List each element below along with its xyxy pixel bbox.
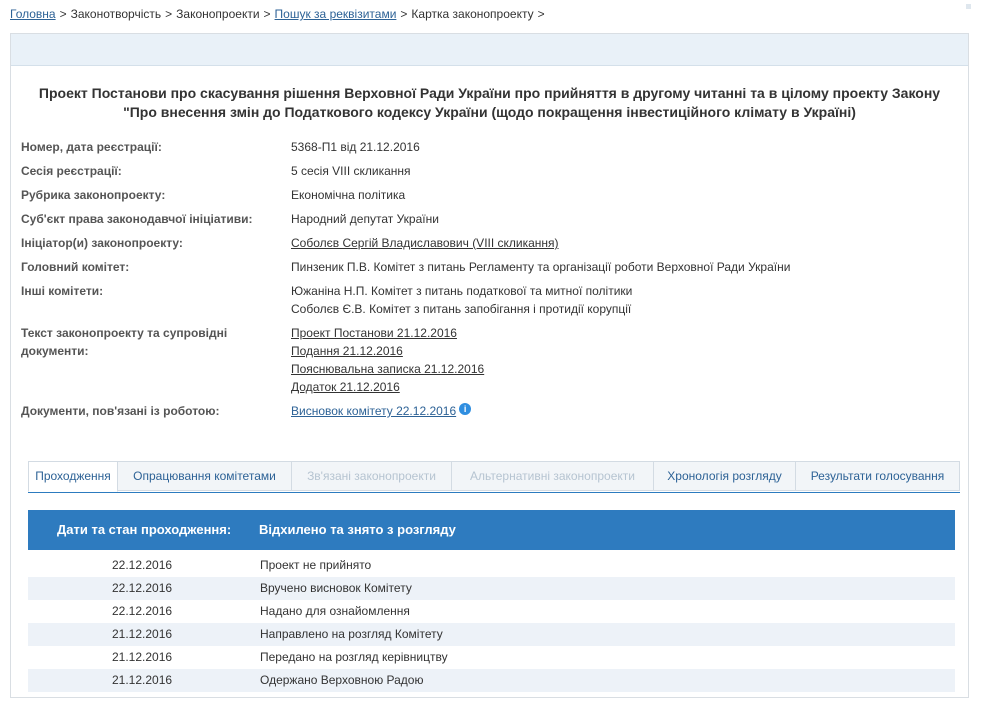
info-icon[interactable]: i xyxy=(459,403,472,415)
table-row: 21.12.2016 Передано на розгляд керівницт… xyxy=(28,646,955,669)
tab-alternative-bills: Альтернативні законопроекти xyxy=(451,461,654,491)
tab-related-bills: Зв'язані законопроекти xyxy=(291,461,452,491)
table-row: 21.12.2016 Одержано Верховною Радою xyxy=(28,669,955,692)
breadcrumb-bills: Законопроекти xyxy=(176,7,260,21)
breadcrumb-separator: > xyxy=(59,7,67,21)
main-committee-value: Пинзеник П.В. Комітет з питань Регламент… xyxy=(291,260,791,274)
rubric-value: Економічна політика xyxy=(291,188,406,202)
other-committee-item: Южаніна Н.П. Комітет з питань податкової… xyxy=(291,284,633,298)
tabs-bar: Проходження Опрацювання комітетами Зв'яз… xyxy=(28,461,960,493)
breadcrumb-separator: > xyxy=(400,7,408,21)
row-status: Надано для ознайомлення xyxy=(260,604,410,618)
row-status: Проект не прийнято xyxy=(260,558,372,572)
other-committees-label: Інші комітети: xyxy=(21,284,104,298)
document-link-appendix[interactable]: Додаток 21.12.2016 xyxy=(291,378,400,396)
bill-title: Проект Постанови про скасування рішення … xyxy=(11,84,968,122)
committee-conclusion-link[interactable]: Висновок комітету 22.12.2016 xyxy=(291,404,456,418)
row-date: 22.12.2016 xyxy=(112,558,173,572)
session-value: 5 сесія VIII скликання xyxy=(291,164,411,178)
breadcrumb-separator: > xyxy=(165,7,173,21)
tab-committee-processing[interactable]: Опрацювання комітетами xyxy=(117,461,292,491)
table-row: 22.12.2016 Надано для ознайомлення xyxy=(28,600,955,623)
table-row: 21.12.2016 Направлено на розгляд Комітет… xyxy=(28,623,955,646)
tab-passage[interactable]: Проходження xyxy=(28,461,118,492)
breadcrumb-home-link[interactable]: Головна xyxy=(10,7,56,21)
breadcrumb-separator: > xyxy=(263,7,271,21)
related-documents-label: Документи, пов'язані із роботою: xyxy=(21,404,220,418)
documents-label: Текст законопроекту та супровідні докуме… xyxy=(21,324,227,360)
documents-label-line1: Текст законопроекту та супровідні xyxy=(21,326,228,340)
subject-value: Народний депутат України xyxy=(291,212,439,226)
initiator-link[interactable]: Соболєв Сергій Владиславович (VIII склик… xyxy=(291,234,559,252)
bill-card: Проект Постанови про скасування рішення … xyxy=(10,33,969,698)
breadcrumb: Головна > Законотворчість > Законопроекти > По… xyxy=(10,7,549,21)
breadcrumb-card: Картка законопроекту xyxy=(411,7,534,21)
document-link-resolution[interactable]: Проект Постанови 21.12.2016 xyxy=(291,324,457,342)
document-link-submission[interactable]: Подання 21.12.2016 xyxy=(291,342,403,360)
main-committee-label: Головний комітет: xyxy=(21,260,130,274)
corner-decoration xyxy=(966,4,971,9)
row-date: 21.12.2016 xyxy=(112,673,173,687)
table-row: 22.12.2016 Вручено висновок Комітету xyxy=(28,577,955,600)
document-link-explanatory-note[interactable]: Пояснювальна записка 21.12.2016 xyxy=(291,360,484,378)
row-date: 22.12.2016 xyxy=(112,604,173,618)
initiator-label: Ініціатор(и) законопроекту: xyxy=(21,236,183,250)
row-status: Направлено на розгляд Комітету xyxy=(260,627,443,641)
row-status: Одержано Верховною Радою xyxy=(260,673,424,687)
progress-header-label: Дати та стан проходження: xyxy=(57,522,232,537)
tab-chronology[interactable]: Хронологія розгляду xyxy=(653,461,796,491)
rubric-label: Рубрика законопроекту: xyxy=(21,188,166,202)
reg-number-value: 5368-П1 від 21.12.2016 xyxy=(291,140,420,154)
row-date: 21.12.2016 xyxy=(112,627,173,641)
breadcrumb-search-link[interactable]: Пошук за реквізитами xyxy=(275,7,397,21)
card-top-bar xyxy=(11,34,968,66)
bill-title-line1: Проект Постанови про скасування рішення … xyxy=(38,85,941,101)
subject-label: Суб'єкт права законодавчої ініціативи: xyxy=(21,212,253,226)
row-date: 22.12.2016 xyxy=(112,581,173,595)
row-status: Вручено висновок Комітету xyxy=(260,581,412,595)
reg-number-label: Номер, дата реєстрації: xyxy=(21,140,162,154)
related-document: Висновок комітету 22.12.2016 i xyxy=(291,402,472,420)
breadcrumb-lawmaking: Законотворчість xyxy=(70,7,162,21)
row-status: Передано на розгляд керівництву xyxy=(260,650,448,664)
row-date: 21.12.2016 xyxy=(112,650,173,664)
table-row: 22.12.2016 Проект не прийнято xyxy=(28,554,955,577)
progress-header-status: Відхилено та знято з розгляду xyxy=(259,522,456,537)
other-committee-item: Соболєв Є.В. Комітет з питань запобіганн… xyxy=(291,302,632,316)
tab-voting-results[interactable]: Результати голосування xyxy=(795,461,960,491)
documents-label-line2: документи: xyxy=(21,344,89,358)
session-label: Сесія реєстрації: xyxy=(21,164,122,178)
progress-table-header: Дати та стан проходження: Відхилено та з… xyxy=(28,510,955,550)
bill-title-line2: "Про внесення змін до Податкового кодекс… xyxy=(123,104,856,120)
breadcrumb-separator: > xyxy=(537,7,545,21)
